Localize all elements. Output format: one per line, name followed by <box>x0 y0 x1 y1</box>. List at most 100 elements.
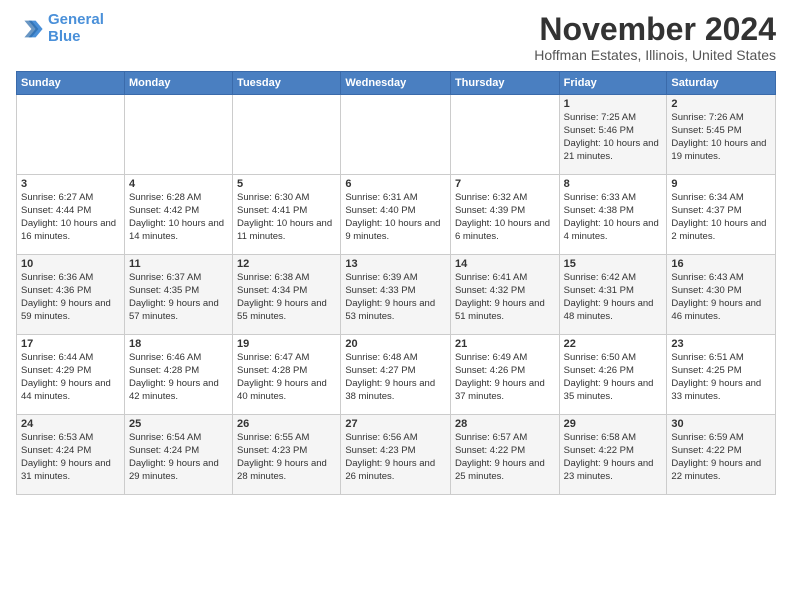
day-info-line: Sunrise: 6:56 AM <box>345 432 417 443</box>
day-info-line: Sunset: 5:45 PM <box>671 125 741 136</box>
day-number: 16 <box>671 258 771 270</box>
day-info: Sunrise: 6:47 AMSunset: 4:28 PMDaylight:… <box>237 352 336 403</box>
day-info-line: Sunset: 4:29 PM <box>21 365 91 376</box>
day-info: Sunrise: 6:38 AMSunset: 4:34 PMDaylight:… <box>237 272 336 323</box>
day-cell: 12Sunrise: 6:38 AMSunset: 4:34 PMDayligh… <box>233 255 341 335</box>
calendar: SundayMondayTuesdayWednesdayThursdayFrid… <box>16 71 776 495</box>
day-info-line: Daylight: 9 hours and 38 minutes. <box>345 378 435 402</box>
day-info: Sunrise: 6:50 AMSunset: 4:26 PMDaylight:… <box>564 352 663 403</box>
day-info-line: Daylight: 9 hours and 55 minutes. <box>237 298 327 322</box>
day-info-line: Sunset: 4:35 PM <box>129 285 199 296</box>
day-info-line: Sunrise: 6:36 AM <box>21 272 93 283</box>
day-info: Sunrise: 6:53 AM Sunset: 4:24 PM Daylight:… <box>21 432 120 483</box>
header-cell-sunday: Sunday <box>17 72 125 95</box>
day-cell <box>233 95 341 175</box>
day-info-line: Sunrise: 7:25 AM <box>564 112 636 123</box>
day-info-line: Sunrise: 7:26 AM <box>671 112 743 123</box>
day-number: 19 <box>237 338 336 350</box>
day-number: 5 <box>237 178 336 190</box>
day-number: 23 <box>671 338 771 350</box>
day-info-line: Daylight: 10 hours and 4 minutes. <box>564 218 659 242</box>
day-info-line: Sunrise: 6:39 AM <box>345 272 417 283</box>
week-row-3: 17Sunrise: 6:44 AMSunset: 4:29 PMDayligh… <box>17 335 776 415</box>
day-info: Sunrise: 6:30 AMSunset: 4:41 PMDaylight:… <box>237 192 336 243</box>
day-info-line: Sunset: 4:23 PM <box>345 445 415 456</box>
day-info: Sunrise: 6:46 AMSunset: 4:28 PMDaylight:… <box>129 352 228 403</box>
day-number: 14 <box>455 258 555 270</box>
header-cell-friday: Friday <box>559 72 667 95</box>
day-number: 9 <box>671 178 771 190</box>
day-info-line: Sunset: 4:25 PM <box>671 365 741 376</box>
day-info: Sunrise: 6:37 AMSunset: 4:35 PMDaylight:… <box>129 272 228 323</box>
day-info-line: Sunrise: 6:43 AM <box>671 272 743 283</box>
week-row-0: 1Sunrise: 7:25 AMSunset: 5:46 PMDaylight… <box>17 95 776 175</box>
title-block: November 2024 Hoffman Estates, Illinois,… <box>534 12 776 63</box>
day-cell: 22 Sunrise: 6:50 AMSunset: 4:26 PMDayligh… <box>559 335 667 415</box>
day-cell <box>450 95 559 175</box>
day-number: 22 <box>564 338 663 350</box>
day-info-line: Sunset: 4:39 PM <box>455 205 525 216</box>
day-info: Sunrise: 6:31 AMSunset: 4:40 PMDaylight:… <box>345 192 446 243</box>
week-row-2: 10Sunrise: 6:36 AMSunset: 4:36 PMDayligh… <box>17 255 776 335</box>
header-cell-thursday: Thursday <box>450 72 559 95</box>
day-cell: 25Sunrise: 6:54 AMSunset: 4:24 PMDayligh… <box>124 415 232 495</box>
logo-line1: General <box>48 11 104 28</box>
day-info: Sunrise: 7:26 AMSunset: 5:45 PMDaylight:… <box>671 112 771 163</box>
day-info: Sunrise: 6:33 AMSunset: 4:38 PMDaylight:… <box>564 192 663 243</box>
day-info: Sunrise: 6:51 AMSunset: 4:25 PMDaylight:… <box>671 352 771 403</box>
day-info-line: Sunset: 4:26 PM <box>564 365 634 376</box>
day-info: Sunrise: 6:56 AMSunset: 4:23 PMDaylight:… <box>345 432 446 483</box>
day-info-line: Sunrise: 6:30 AM <box>237 192 309 203</box>
day-cell: 20Sunrise: 6:48 AMSunset: 4:27 PMDayligh… <box>341 335 451 415</box>
day-info-line: Sunrise: 6:27 AM <box>21 192 93 203</box>
day-info-line: Daylight: 9 hours and 22 minutes. <box>671 458 761 482</box>
day-info-line: Sunset: 4:24 PM <box>21 445 91 456</box>
day-number: 29 <box>564 418 663 430</box>
day-info-line: Daylight: 9 hours and 23 minutes. <box>564 458 654 482</box>
day-cell: 2Sunrise: 7:26 AMSunset: 5:45 PMDaylight… <box>667 95 776 175</box>
day-info-line: Sunrise: 6:44 AM <box>21 352 93 363</box>
day-info-line: Sunset: 4:22 PM <box>455 445 525 456</box>
day-cell: 7Sunrise: 6:32 AMSunset: 4:39 PMDaylight… <box>450 175 559 255</box>
day-info: Sunrise: 6:43 AMSunset: 4:30 PMDaylight:… <box>671 272 771 323</box>
day-info-line: Sunset: 4:36 PM <box>21 285 91 296</box>
day-info-line: Daylight: 10 hours and 16 minutes. <box>21 218 116 242</box>
day-info-line: Sunrise: 6:48 AM <box>345 352 417 363</box>
logo-text: General Blue <box>48 12 104 45</box>
header-cell-saturday: Saturday <box>667 72 776 95</box>
day-info-line: Sunset: 4:31 PM <box>564 285 634 296</box>
day-info-line: Sunrise: 6:57 AM <box>455 432 527 443</box>
day-info-line: Sunset: 4:34 PM <box>237 285 307 296</box>
day-info-line: Sunset: 4:23 PM <box>237 445 307 456</box>
day-cell: 9Sunrise: 6:34 AMSunset: 4:37 PMDaylight… <box>667 175 776 255</box>
day-info-line: Sunrise: 6:55 AM <box>237 432 309 443</box>
day-info: Sunrise: 6:55 AMSunset: 4:23 PMDaylight:… <box>237 432 336 483</box>
day-cell: 24Sunrise: 6:53 AMSunset: 4:24 PMDayligh… <box>17 415 125 495</box>
day-info-line: Sunset: 4:44 PM <box>21 205 91 216</box>
day-info-line: Daylight: 9 hours and 25 minutes. <box>455 458 545 482</box>
day-info-line: Daylight: 9 hours and 31 minutes. <box>21 458 111 482</box>
day-info-line: Sunrise: 6:41 AM <box>455 272 527 283</box>
day-info: Sunrise: 6:49 AMSunset: 4:26 PMDaylight:… <box>455 352 555 403</box>
day-info-line: Daylight: 10 hours and 21 minutes. <box>564 138 659 162</box>
day-number: 4 <box>129 178 228 190</box>
day-info-line: Sunset: 4:28 PM <box>237 365 307 376</box>
day-info-line: Sunrise: 6:31 AM <box>345 192 417 203</box>
day-cell <box>124 95 232 175</box>
day-number: 28 <box>455 418 555 430</box>
day-info-line: Sunset: 4:38 PM <box>564 205 634 216</box>
day-number: 13 <box>345 258 446 270</box>
day-cell: 27Sunrise: 6:56 AMSunset: 4:23 PMDayligh… <box>341 415 451 495</box>
day-number: 30 <box>671 418 771 430</box>
day-info: Sunrise: 6:41 AMSunset: 4:32 PMDaylight:… <box>455 272 555 323</box>
day-info-line: Daylight: 10 hours and 6 minutes. <box>455 218 550 242</box>
day-info-line: Sunrise: 6:53 AM <box>21 432 93 443</box>
day-info-line: Sunset: 4:33 PM <box>345 285 415 296</box>
day-number: 6 <box>345 178 446 190</box>
day-info: Sunrise: 6:42 AMSunset: 4:31 PMDaylight:… <box>564 272 663 323</box>
day-number: 20 <box>345 338 446 350</box>
day-number: 15 <box>564 258 663 270</box>
day-info-line: Daylight: 9 hours and 59 minutes. <box>21 298 111 322</box>
week-row-4: 24Sunrise: 6:53 AMSunset: 4:24 PMDayligh… <box>17 415 776 495</box>
header-cell-wednesday: Wednesday <box>341 72 451 95</box>
